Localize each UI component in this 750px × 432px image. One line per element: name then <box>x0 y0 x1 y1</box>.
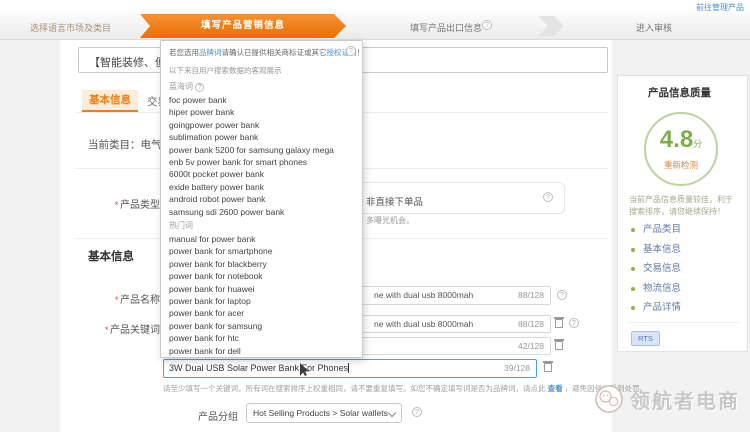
help-icon[interactable]: ? <box>195 83 204 92</box>
quality-item-category[interactable]: 产品类目 <box>631 220 741 240</box>
char-counter: 88/128 <box>518 319 544 329</box>
suggestion-item[interactable]: power bank for acer <box>169 307 359 319</box>
product-type-label: *产品类型 <box>98 196 160 211</box>
text-caret <box>348 363 349 373</box>
quality-title: 产品信息质量 <box>648 85 711 100</box>
help-icon[interactable]: ? <box>543 192 553 202</box>
quality-score-circle: 4.8分 重新检测 <box>644 112 718 186</box>
product-name-label: *产品名称 <box>90 291 160 306</box>
keyword-1-value: ne with dual usb 8000mah <box>374 319 473 329</box>
keyword-input-3-focused[interactable]: 3W Dual USB Solar Power Bank For Phones … <box>163 359 537 378</box>
bullet-dot-icon <box>631 267 635 271</box>
quality-score: 4.8分 <box>646 128 716 156</box>
suggestion-item[interactable]: sublimation power bank <box>169 131 359 143</box>
basic-info-section-title: 基本信息 <box>88 248 134 264</box>
top-strip: 前往管理产品 <box>0 0 750 12</box>
quality-item-detail[interactable]: 产品详情 <box>631 298 741 318</box>
step-marketing-info-active[interactable]: 填写产品营销信息 <box>140 14 346 38</box>
step-marketing-info-label: 填写产品营销信息 <box>140 14 346 38</box>
suggestion-item[interactable]: power bank for samsung <box>169 320 359 332</box>
watermark: 领航者电商 <box>594 384 740 414</box>
help-icon[interactable]: ? <box>557 290 567 300</box>
keywords-label: *产品关键词 <box>83 321 160 336</box>
product-group-label: 产品分组 <box>178 408 238 423</box>
product-group-select[interactable]: Hot Selling Products > Solar wallets <box>246 403 402 423</box>
step-bar: 选择语言市场及类目 填写产品营销信息 填写产品出口信息 ? 进入审核 <box>0 12 750 40</box>
suggestion-item[interactable]: enb 5v power bank for smart phones <box>169 156 359 168</box>
suggestion-item[interactable]: samsung sdi 2600 power bank <box>169 206 359 218</box>
delete-keyword-icon[interactable] <box>555 319 563 328</box>
suggestion-item[interactable]: power bank for smartphone <box>169 245 359 257</box>
bullet-dot-icon <box>631 248 635 252</box>
delete-keyword-icon[interactable] <box>544 363 552 372</box>
quality-item-basic[interactable]: 基本信息 <box>631 240 741 260</box>
suggestion-item[interactable]: power bank for huawei <box>169 283 359 295</box>
suggestion-item[interactable]: hiper power bank <box>169 106 359 118</box>
quality-description: 当前产品信息质量较佳，利于搜索排序，请您继续保持！ <box>629 194 739 219</box>
step-select-market[interactable]: 选择语言市场及类目 <box>30 21 111 34</box>
required-asterisk: * <box>114 295 118 305</box>
brand-word-notice: 若您选用品牌词请确认已提供相关商标证或其它授权证明！ <box>169 47 364 58</box>
blue-ocean-word-list: foc power bank hiper power bank goingpow… <box>169 94 359 218</box>
brand-word-link[interactable]: 品牌词 <box>199 48 222 57</box>
delete-keyword-icon[interactable] <box>555 341 563 350</box>
suggestion-item[interactable]: 6000t pocket power bank <box>169 168 359 180</box>
help-icon[interactable]: ? <box>412 407 422 417</box>
suggestion-item[interactable]: foc power bank <box>169 94 359 106</box>
keyword-3-value: 3W Dual USB Solar Power Bank For Phones <box>169 363 348 373</box>
suggestion-item[interactable]: exide battery power bank <box>169 181 359 193</box>
suggestion-subtitle: 以下来自用户搜索数据的客观展示 <box>169 65 282 76</box>
blue-ocean-words-header: 蓝海词 ? <box>169 81 204 92</box>
suggestion-item[interactable]: power bank for dell <box>169 345 359 357</box>
required-asterisk: * <box>114 200 118 210</box>
bullet-dot-icon <box>631 228 635 232</box>
suggestion-item[interactable]: goingpower power bank <box>169 119 359 131</box>
help-icon[interactable]: ? <box>569 318 579 328</box>
char-counter: 42/128 <box>518 341 544 351</box>
help-icon[interactable]: ? <box>482 20 492 30</box>
bullet-dot-icon <box>631 306 635 310</box>
product-name-value: ne with dual usb 8000mah <box>374 290 473 300</box>
required-asterisk: * <box>104 325 108 335</box>
suggestion-item[interactable]: power bank for blackberry <box>169 258 359 270</box>
suggestion-item[interactable]: power bank for laptop <box>169 295 359 307</box>
suggestion-item[interactable]: power bank 5200 for samsung galaxy mega <box>169 144 359 156</box>
suggestion-item[interactable]: android robot power bank <box>169 193 359 205</box>
card-divider <box>629 322 739 323</box>
wechat-logo-icon <box>594 384 624 414</box>
view-brand-words-link[interactable]: 查看 <box>548 384 563 393</box>
char-counter: 39/128 <box>504 363 530 373</box>
keyword-suggestion-dropdown: 若您选用品牌词请确认已提供相关商标证或其它授权证明！ ? 以下来自用户搜索数据的… <box>160 40 363 358</box>
recheck-link[interactable]: 重新检测 <box>646 159 716 171</box>
watermark-text: 领航者电商 <box>630 385 740 414</box>
tab-basic-info[interactable]: 基本信息 <box>82 90 138 112</box>
suggestion-item[interactable]: power bank for htc <box>169 332 359 344</box>
product-publish-page: 前往管理产品 选择语言市场及类目 填写产品营销信息 填写产品出口信息 ? 进入审… <box>0 0 750 432</box>
left-gutter <box>0 40 60 432</box>
bullet-dot-icon <box>631 287 635 291</box>
product-type-hint-fragment: 多曝光机会。 <box>366 215 414 226</box>
quality-item-list: 产品类目 基本信息 交易信息 物流信息 产品详情 <box>631 220 741 318</box>
quality-item-trade[interactable]: 交易信息 <box>631 259 741 279</box>
product-type-radio-label: 非直接下单品 <box>366 194 423 208</box>
chevron-down-icon <box>388 409 396 417</box>
keywords-hint: 请至少填写一个关键词，所有词在搜索排序上权重相同，请不要重复填写。如您不确定填写… <box>163 383 613 394</box>
help-icon[interactable]: ? <box>346 46 356 56</box>
suggestion-item[interactable]: manual for power bank <box>169 233 359 245</box>
rts-badge[interactable]: RTS <box>631 331 660 346</box>
hot-words-header: 热门词 <box>169 220 193 231</box>
step-review[interactable]: 进入审核 <box>636 21 672 34</box>
step-export-info[interactable]: 填写产品出口信息 <box>410 21 482 34</box>
chevron-right-icon <box>538 16 564 36</box>
char-counter: 88/128 <box>518 290 544 300</box>
product-quality-card: 产品信息质量 4.8分 重新检测 当前产品信息质量较佳，利于搜索排序，请您继续保… <box>617 75 748 352</box>
product-group-value: Hot Selling Products > Solar wallets <box>253 408 388 418</box>
suggestion-item[interactable]: power bank for notebook <box>169 270 359 282</box>
quality-item-logistics[interactable]: 物流信息 <box>631 279 741 299</box>
hot-word-list: manual for power bank power bank for sma… <box>169 233 359 357</box>
